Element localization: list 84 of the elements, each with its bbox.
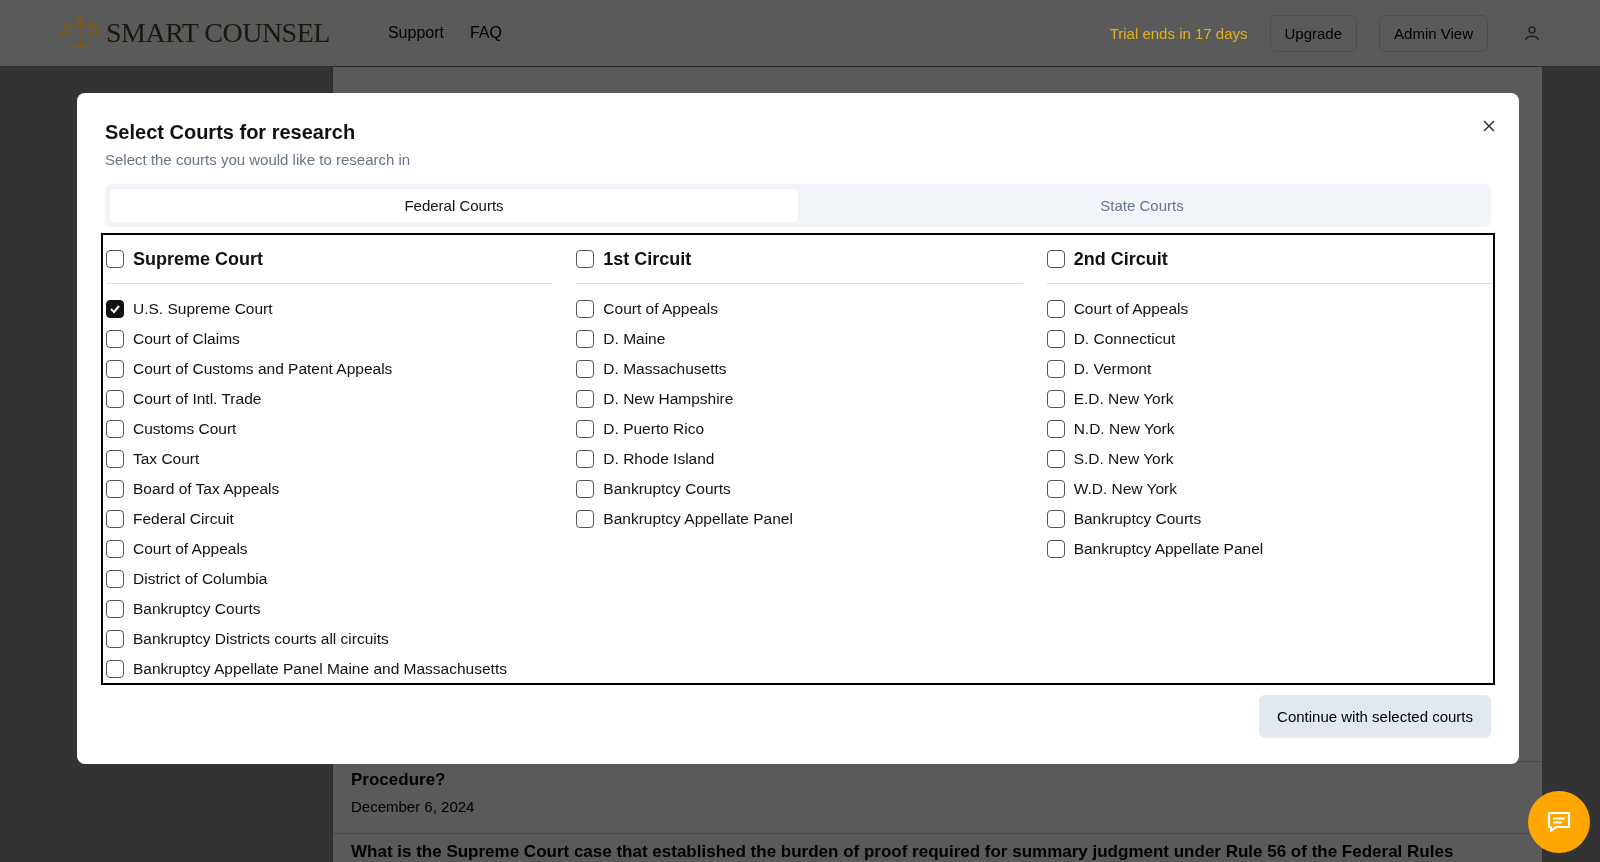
checkbox[interactable] [1046, 300, 1065, 318]
checkbox[interactable] [106, 570, 124, 588]
court-label: Bankruptcy Districts courts all circuits [133, 630, 389, 648]
court-label: Court of Claims [133, 330, 240, 348]
scales-icon [60, 15, 100, 51]
checkbox[interactable] [106, 360, 124, 378]
court-label: D. Puerto Rico [603, 420, 705, 438]
dialog-subtitle: Select the courts you would like to research in [105, 151, 411, 168]
nav-link[interactable]: FAQ [469, 24, 502, 42]
court-label: Court of Appeals [133, 540, 248, 558]
checkbox[interactable] [1046, 480, 1065, 498]
court-label: Board of Tax Appeals [133, 480, 280, 498]
checkbox[interactable] [1046, 540, 1065, 558]
group-label: Supreme Court [133, 248, 264, 270]
header-button[interactable]: Upgrade [1269, 14, 1358, 52]
checkbox[interactable] [576, 300, 595, 318]
checkbox[interactable] [576, 450, 595, 468]
checkbox[interactable] [106, 300, 124, 318]
logo-text: SMART COUNSEL [106, 17, 330, 49]
court-label: D. Massachusetts [603, 360, 727, 378]
checkbox[interactable] [576, 330, 595, 348]
close-icon[interactable] [1483, 120, 1495, 132]
checkbox[interactable] [1046, 420, 1065, 438]
court-label: D. Vermont [1073, 360, 1152, 378]
checkbox[interactable] [1046, 250, 1065, 268]
court-label: Customs Court [133, 420, 237, 438]
court-label: D. Maine [603, 330, 666, 348]
court-label: Court of Customs and Patent Appeals [133, 360, 393, 378]
checkbox[interactable] [106, 330, 124, 348]
group-label: 1st Circuit [603, 248, 692, 270]
court-label: Tax Court [133, 450, 200, 468]
court-label: W.D. New York [1073, 480, 1178, 498]
trial-notice: Trial ends in 17 days [1109, 24, 1248, 42]
checkbox[interactable] [106, 450, 124, 468]
court-label: S.D. New York [1073, 450, 1174, 468]
checkbox[interactable] [576, 510, 595, 528]
court-label: Bankruptcy Appellate Panel [1073, 540, 1264, 558]
question-title: What is the Supreme Court case that established the burden of proof required for summary judgment under Rule 56 of the Federal Rules [351, 841, 1454, 862]
nav-link[interactable]: Support [387, 24, 444, 42]
tab[interactable]: State Courts [798, 189, 1486, 222]
court-label: D. Rhode Island [603, 450, 715, 468]
tab[interactable]: Federal Courts [110, 189, 798, 222]
checkbox[interactable] [576, 360, 595, 378]
court-label: D. Connecticut [1073, 330, 1176, 348]
court-label: D. New Hampshire [603, 390, 734, 408]
court-label: Court of Appeals [603, 300, 718, 318]
court-label: E.D. New York [1073, 390, 1174, 408]
group-label: 2nd Circuit [1073, 248, 1168, 270]
court-label: Bankruptcy Appellate Panel [603, 510, 793, 528]
continue-button[interactable]: Continue with selected courts [1259, 695, 1491, 738]
court-label: Bankruptcy Courts [133, 600, 261, 618]
question-date: December 6, 2024 [351, 797, 475, 817]
checkbox[interactable] [576, 390, 595, 408]
court-label: Court of Intl. Trade [133, 390, 262, 408]
checkbox[interactable] [1046, 330, 1065, 348]
court-label: Bankruptcy Appellate Panel Maine and Massachusetts [133, 660, 507, 678]
checkbox[interactable] [106, 510, 124, 528]
checkbox[interactable] [106, 390, 124, 408]
question-title: Procedure? [351, 769, 446, 790]
checkbox[interactable] [1046, 510, 1065, 528]
checkbox[interactable] [1046, 390, 1065, 408]
checkbox[interactable] [106, 600, 124, 618]
court-label: Bankruptcy Courts [1073, 510, 1202, 528]
court-label: N.D. New York [1073, 420, 1175, 438]
court-label: U.S. Supreme Court [133, 300, 273, 318]
dialog-title: Select Courts for research [105, 121, 356, 144]
court-label: Court of Appeals [1073, 300, 1189, 318]
check-icon [109, 303, 121, 315]
court-label: Federal Circuit [133, 510, 234, 528]
checkbox[interactable] [1046, 450, 1065, 468]
checkbox[interactable] [106, 660, 124, 678]
checkbox[interactable] [576, 480, 595, 498]
court-label: Bankruptcy Courts [603, 480, 731, 498]
checkbox[interactable] [576, 250, 595, 268]
checkbox[interactable] [1046, 360, 1065, 378]
checkbox[interactable] [106, 250, 124, 268]
header-button[interactable]: Admin View [1379, 14, 1488, 52]
chat-icon [1546, 810, 1572, 834]
checkbox[interactable] [106, 420, 124, 438]
checkbox[interactable] [106, 480, 124, 498]
court-label: District of Columbia [133, 570, 268, 588]
checkbox[interactable] [106, 540, 124, 558]
checkbox[interactable] [106, 630, 124, 648]
checkbox[interactable] [576, 420, 595, 438]
